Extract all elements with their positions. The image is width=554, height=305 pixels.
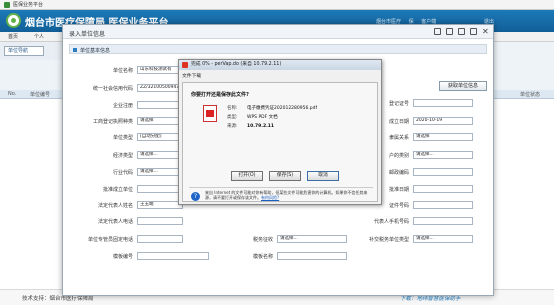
label-legal-mobile: 代表人手机号码 [373,219,409,225]
col-no: No. [8,91,17,97]
label-tax-type: 补交税务单位类型 [368,237,409,243]
affiliation-select[interactable]: 请选择 [413,133,473,141]
tab-personal[interactable]: 个人 [26,33,52,40]
label-reg-cert: 登记证号 [388,101,409,107]
cancel-button[interactable]: 取消 [307,171,339,181]
bank-class-select[interactable]: 请选择... [413,151,473,159]
label-affiliation: 隶属关系 [388,135,409,141]
reg-cert-input[interactable] [413,99,473,107]
legal-phone-input[interactable] [137,217,183,225]
credit-code-input[interactable]: ZZ/321005009476 [137,84,183,92]
template-no-input[interactable] [137,252,209,260]
file-name-value: 电子缴费凭证202012280956.pdf [247,106,318,111]
col-unit-no: 单位编号 [30,91,51,98]
print-icon[interactable] [446,28,453,35]
logo-icon [6,13,21,28]
file-source-value: 10.79.2.11 [247,124,275,129]
file-type-key: 类型: [227,115,238,120]
app-icon [4,1,10,8]
label-cert-no: 证件号码 [388,203,409,209]
postal-code-input[interactable] [413,168,473,176]
reg-date-input[interactable]: 2020-10-19 [413,117,473,125]
label-manage-phone: 单位专管员固定电话 [87,237,133,243]
economic-type-select[interactable]: 请选择... [137,151,183,159]
divider [189,187,373,188]
label-economic-type: 经济类型 [112,153,133,159]
warning-body: 来自 Internet 的文件可能对你有帮助，但某些文件可能危害你的计算机。如果… [205,190,368,200]
label-tax-collect: 税务征收 [252,237,273,243]
col-unit-status: 单位状态 [520,91,541,98]
tab-home[interactable]: 首页 [0,33,26,40]
download-dialog-body: 你要打开还是保存此文件? 名称: 电子缴费凭证202012280956.pdf 类… [182,82,378,202]
dialog-tools: ✕ [429,28,489,36]
save-icon[interactable] [458,28,465,35]
ie-status-title: 完成 0% - perVap.do (来自 10.79.2.11) [179,60,381,70]
label-reg-date: 成立日期 [388,119,409,125]
file-name-row: 名称: 电子缴费凭证202012280956.pdf [227,105,317,111]
unit-nav-button[interactable]: 单位导航 [4,46,44,56]
unit-type-select[interactable]: [自动分配] [137,133,183,141]
section-header: 单位基本信息 [69,44,487,54]
download-question: 你要打开还是保存此文件? [191,92,249,98]
industry-code-select[interactable]: 请选择... [137,168,183,176]
download-dialog-title: 文件下载 [182,74,202,79]
file-source-key: 来源: [227,124,238,129]
label-credit-code: 统一社会信用代码 [92,86,133,92]
fetch-unit-info-button[interactable]: 获取单位信息 [439,81,487,91]
manage-phone-input[interactable] [137,235,183,243]
legal-person-input[interactable]: 王玉端 [137,201,183,209]
expand-icon[interactable] [434,28,441,35]
label-template-no: 模板编号 [112,254,133,260]
shield-warning-icon: ? [191,192,200,201]
label-postal-code: 邮政编码 [388,170,409,176]
label-industry-code: 行业代码 [112,170,133,176]
app-title: 医保业务平台 [13,2,44,8]
file-source-row: 来源: 10.79.2.11 [227,123,274,129]
warning-text: 来自 Internet 的文件可能对你有帮助，但某些文件可能危害你的计算机。如果… [205,190,375,200]
refresh-icon[interactable] [470,28,477,35]
unit-name-input[interactable]: 山东科技测试有 [137,66,183,74]
pdf-file-icon [203,105,217,122]
close-icon[interactable]: ✕ [482,28,489,36]
label-enterprise: 企业注册 [112,103,133,109]
tax-type-select[interactable]: 请选择... [413,235,473,243]
file-type-row: 类型: WPS PDF 文档 [227,114,278,120]
cert-no-input[interactable] [413,201,473,209]
label-biz-reg: 工商登记执照种类 [92,119,133,125]
file-name-key: 名称: [227,106,238,111]
label-approve-date: 批准日期 [388,187,409,193]
sub-nav: 单位导航 [0,42,66,60]
save-button[interactable]: 保存(S) [269,171,301,181]
biz-reg-select[interactable]: 请选择 [137,117,183,125]
open-button[interactable]: 打开(O) [231,171,263,181]
tax-collect-select[interactable]: 请选择... [277,235,347,243]
label-legal-person: 法定代表人姓名 [97,203,133,209]
dialog-title: 录入单位信息 [69,31,106,38]
section-title: 单位基本信息 [80,48,111,54]
label-bank-class: 户的类别 [388,153,409,159]
template-name-input[interactable] [277,252,347,260]
app-title-bar: 医保业务平台 [0,0,554,10]
label-legal-phone: 法定代表人电话 [97,219,133,225]
label-unit-type: 单位类型 [112,135,133,141]
legal-mobile-input[interactable] [413,217,473,225]
dialog-header: 录入单位信息 ✕ [63,25,493,39]
label-unit-name: 单位名称 [112,68,133,74]
label-template-name: 模板名称 [252,254,273,260]
approve-date-input[interactable] [413,185,473,193]
file-download-dialog: 完成 0% - perVap.do (来自 10.79.2.11) 文件下载 你… [178,59,382,205]
risk-link[interactable]: 有何风险? [261,195,279,200]
label-approve-unit: 批准成立单位 [102,187,133,193]
enterprise-input[interactable] [137,101,183,109]
file-type-value: WPS PDF 文档 [247,115,278,120]
approve-unit-input[interactable] [137,185,183,193]
